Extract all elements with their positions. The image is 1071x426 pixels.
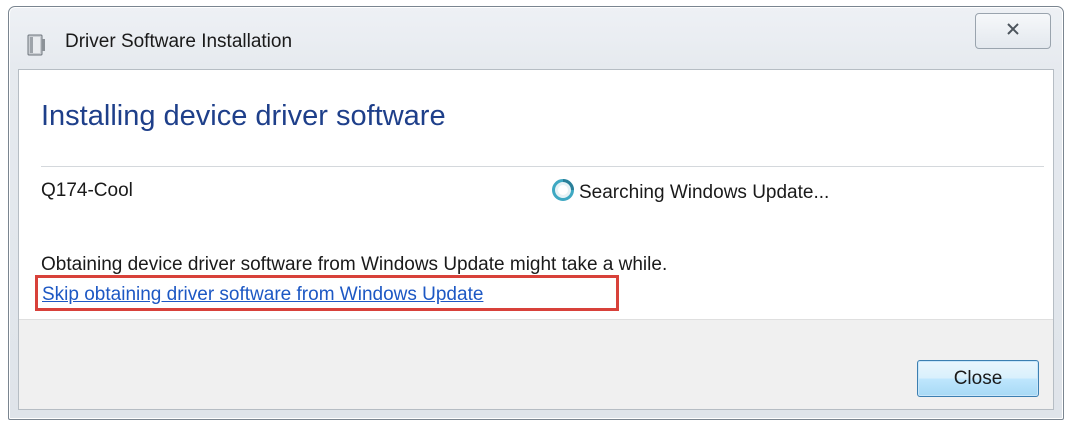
info-text: Obtaining device driver software from Wi… [41,254,668,275]
device-name: Q174-Cool [41,180,133,201]
page-title: Installing device driver software [41,100,446,132]
title-bar[interactable]: Driver Software Installation [9,7,1063,69]
skip-windows-update-link[interactable]: Skip obtaining driver software from Wind… [42,284,483,306]
searching-spinner-icon [551,178,575,207]
content-panel: Installing device driver software Q174-C… [19,70,1053,320]
dialog-content: Installing device driver software Q174-C… [18,69,1054,410]
window-title: Driver Software Installation [65,31,293,52]
close-icon [1006,22,1020,41]
status-text: Searching Windows Update... [579,181,830,203]
device-status: Searching Windows Update... [551,178,829,207]
close-button[interactable]: Close [917,360,1039,397]
close-window-button[interactable] [975,13,1051,49]
device-install-icon [25,33,47,57]
divider [41,166,1044,167]
dialog-window: Driver Software Installation Installing … [8,6,1064,420]
